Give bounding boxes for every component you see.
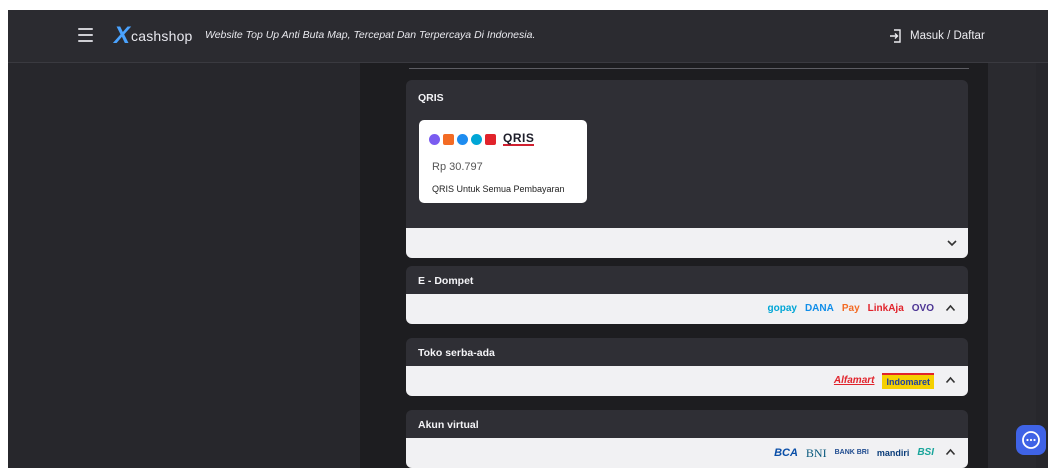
qris-toggle-bar[interactable] xyxy=(406,228,968,258)
ewallet-toggle-bar[interactable]: gopay DANA Pay LinkAja OVO xyxy=(406,294,968,324)
bni-brand: BNI xyxy=(805,446,827,460)
menu-icon[interactable] xyxy=(78,28,93,42)
indomaret-brand: Indomaret xyxy=(882,373,934,389)
qris-price: Rp 30.797 xyxy=(432,161,483,173)
linkaja-brand: LinkAja xyxy=(867,303,904,314)
chevron-down-icon xyxy=(947,240,957,247)
left-sidebar xyxy=(8,63,360,468)
dana-logo-icon xyxy=(457,133,468,145)
mandiri-brand: mandiri xyxy=(876,448,910,458)
top-navbar: X cashshop Website Top Up Anti Buta Map,… xyxy=(8,10,1048,63)
va-toggle-bar[interactable]: BCA BNI BANK BRI mandiri BSI xyxy=(406,438,968,468)
virtual-account-section: Akun virtual BCA BNI BANK BRI mandiri BS… xyxy=(406,410,968,468)
app-window: X cashshop Website Top Up Anti Buta Map,… xyxy=(8,10,1048,468)
bri-brand: BANK BRI xyxy=(834,449,869,456)
va-brand-logos: BCA BNI BANK BRI mandiri BSI xyxy=(774,446,934,460)
qris-section-title: QRIS xyxy=(418,92,444,104)
chat-icon xyxy=(1022,431,1040,449)
logo-text: cashshop xyxy=(131,28,193,44)
bsi-brand: BSI xyxy=(917,447,934,458)
chevron-up-icon xyxy=(945,304,956,312)
right-gutter xyxy=(988,63,1036,468)
chevron-up-icon xyxy=(945,448,956,456)
ovo-logo-icon xyxy=(429,133,440,145)
gopay-brand: gopay xyxy=(767,303,797,314)
store-brand-logos: Alfamart Indomaret xyxy=(833,373,934,389)
chat-button[interactable] xyxy=(1016,425,1046,455)
site-logo[interactable]: X cashshop xyxy=(114,22,193,50)
ewallet-section-title: E - Dompet xyxy=(418,275,474,287)
store-toggle-bar[interactable]: Alfamart Indomaret xyxy=(406,366,968,396)
chevron-up-icon xyxy=(945,376,956,384)
section-divider xyxy=(409,68,969,69)
login-button[interactable]: Masuk / Daftar xyxy=(888,26,985,46)
ovo-brand: OVO xyxy=(911,303,934,314)
login-label: Masuk / Daftar xyxy=(910,30,985,42)
shopee-logo-icon xyxy=(443,133,454,145)
alfamart-brand: Alfamart xyxy=(833,375,875,386)
shopeepay-brand: Pay xyxy=(841,303,860,314)
logo-mark-icon: X xyxy=(114,22,131,49)
right-sidebar xyxy=(1036,63,1048,468)
qris-partner-logos: QRIS xyxy=(429,131,535,146)
login-icon xyxy=(890,29,901,43)
store-section-title: Toko serba-ada xyxy=(418,347,495,359)
gopay-logo-icon xyxy=(471,133,482,145)
dana-brand: DANA xyxy=(804,303,834,314)
va-section-title: Akun virtual xyxy=(418,419,479,431)
qris-logo: QRIS xyxy=(503,131,535,146)
bca-brand: BCA xyxy=(774,447,798,459)
store-section: Toko serba-ada Alfamart Indomaret xyxy=(406,338,968,396)
site-tagline: Website Top Up Anti Buta Map, Tercepat D… xyxy=(205,29,536,41)
qris-payment-option[interactable]: QRIS Rp 30.797 QRIS Untuk Semua Pembayar… xyxy=(419,120,587,203)
qris-description: QRIS Untuk Semua Pembayaran xyxy=(432,184,565,194)
ewallet-brand-logos: gopay DANA Pay LinkAja OVO xyxy=(768,302,935,316)
linkaja-logo-icon xyxy=(485,133,496,145)
qris-section: QRIS QRIS Rp 30.797 QRIS Untuk Semua Pem… xyxy=(406,80,968,258)
ewallet-section: E - Dompet gopay DANA Pay LinkAja OVO xyxy=(406,266,968,324)
